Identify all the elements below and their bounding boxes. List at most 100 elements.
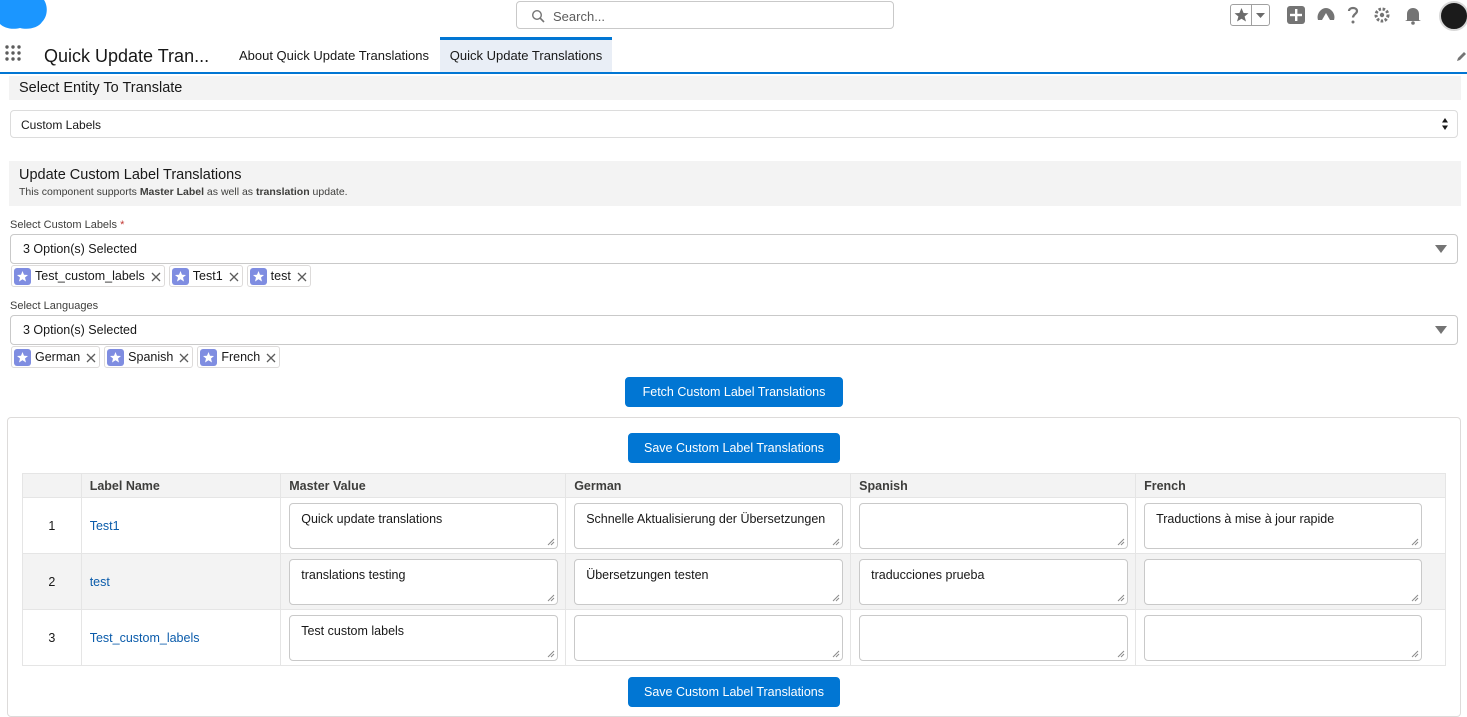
row-number: 2 [22,553,82,610]
remove-pill-close-icon[interactable] [86,352,96,363]
remove-pill-close-icon[interactable] [266,352,276,363]
tab-label: About Quick Update Translations [238,48,430,63]
column-header-row-number [22,473,82,498]
german-translation-textarea[interactable]: Übersetzungen testen [574,558,844,605]
column-header-spanish: Spanish [850,473,1137,498]
column-header-master-value: Master Value [280,473,567,498]
resize-grip-icon[interactable] [1117,594,1125,602]
resize-grip-icon[interactable] [1411,594,1419,602]
resize-grip-icon[interactable] [547,538,555,546]
entity-select[interactable]: Custom Labels [10,110,1458,138]
resize-grip-icon[interactable] [547,594,555,602]
pill-test: test [246,265,311,287]
custom-label-star-icon [249,267,267,285]
language-star-icon [14,348,31,366]
label-name-link[interactable]: Test_custom_labels [80,609,282,666]
languages-selected-count: 3 Option(s) Selected [23,323,137,337]
languages-field-label: Select Languages [10,300,99,312]
favorites-dropdown-icon[interactable] [1252,5,1269,25]
pill-spanish: Spanish [104,346,194,368]
master-value-textarea[interactable]: Quick update translations [289,502,559,549]
remove-pill-close-icon[interactable] [179,352,189,363]
german-translation-textarea[interactable] [574,614,844,661]
custom-labels-multiselect[interactable]: 3 Option(s) Selected [10,234,1458,264]
save-translations-button-bottom[interactable]: Save Custom Label Translations [628,677,840,707]
spanish-translation-textarea[interactable] [859,502,1129,549]
global-header: Search... [0,0,1467,36]
global-search-input[interactable]: Search... [516,1,894,29]
row-number: 1 [22,497,82,554]
chevron-down-icon [1435,245,1447,253]
table-row: 2 test translations testing Übersetzunge… [22,553,1446,610]
master-value-textarea[interactable]: translations testing [289,558,559,605]
language-star-icon [107,348,125,366]
master-value-textarea[interactable]: Test custom labels [289,614,559,661]
save-translations-button-top[interactable]: Save Custom Label Translations [628,433,840,463]
resize-grip-icon[interactable] [832,594,840,602]
column-header-french: French [1135,473,1446,498]
global-actions-plus-icon[interactable] [1285,2,1307,28]
resize-grip-icon[interactable] [547,650,555,658]
update-section-description: This component supports Master Label as … [19,186,348,198]
favorites-star-icon[interactable] [1231,5,1252,25]
pill-french: French [197,346,281,368]
translations-table: Label Name Master Value German Spanish F… [22,473,1446,666]
pill-test1: Test1 [168,265,243,287]
app-launcher-waffle-icon[interactable] [4,43,24,63]
table-row: 3 Test_custom_labels Test custom labels [22,609,1446,666]
entity-select-value: Custom Labels [21,118,102,132]
user-avatar[interactable] [1439,1,1467,31]
table-header-row: Label Name Master Value German Spanish F… [22,473,1446,498]
help-icon[interactable] [1344,2,1362,28]
languages-pill-list: German Spanish French [11,346,281,368]
french-translation-textarea[interactable]: Traductions à mise à jour rapide [1144,502,1423,549]
table-row: 1 Test1 Quick update translations Schnel… [22,497,1446,554]
app-navigation-bar: Quick Update Tran... About Quick Update … [0,37,1467,74]
french-translation-textarea[interactable] [1144,614,1423,661]
search-icon [531,9,545,23]
custom-label-star-icon [171,267,189,285]
spanish-translation-textarea[interactable]: traducciones prueba [859,558,1129,605]
french-translation-textarea[interactable] [1144,558,1423,605]
remove-pill-close-icon[interactable] [229,271,239,282]
update-section-title: Update Custom Label Translations [19,167,242,183]
resize-grip-icon[interactable] [832,538,840,546]
tab-label: Quick Update Translations [449,48,603,63]
languages-multiselect[interactable]: 3 Option(s) Selected [10,315,1458,345]
update-section-header: Update Custom Label Translations This co… [9,161,1461,206]
resize-grip-icon[interactable] [1411,650,1419,658]
custom-labels-pill-list: Test_custom_labels Test1 test [11,265,311,287]
label-name-link[interactable]: Test1 [80,497,282,554]
tab-about-quick-update-translations[interactable]: About Quick Update Translations [232,37,436,72]
select-updown-icon [1442,118,1448,130]
resize-grip-icon[interactable] [1117,650,1125,658]
custom-labels-field-label: Select Custom Labels * [10,219,125,231]
tab-quick-update-translations[interactable]: Quick Update Translations [440,37,612,72]
entity-section-header: Select Entity To Translate [9,76,1461,100]
remove-pill-close-icon[interactable] [297,271,307,282]
column-header-label-name: Label Name [80,473,282,498]
custom-label-star-icon [14,267,31,285]
search-placeholder: Search... [553,9,606,24]
german-translation-textarea[interactable]: Schnelle Aktualisierung der Übersetzunge… [574,502,844,549]
header-utility-icons [1230,1,1467,31]
edit-nav-pencil-icon[interactable] [1456,51,1467,62]
resize-grip-icon[interactable] [1411,538,1419,546]
language-star-icon [200,348,218,366]
spanish-translation-textarea[interactable] [859,614,1129,661]
resize-grip-icon[interactable] [1117,538,1125,546]
resize-grip-icon[interactable] [832,650,840,658]
trailhead-guidance-icon[interactable] [1315,2,1337,28]
pill-test-custom-labels: Test_custom_labels [11,265,165,287]
salesforce-cloud-logo[interactable] [0,0,48,30]
remove-pill-close-icon[interactable] [151,271,161,282]
favorites-button-group[interactable] [1230,4,1270,26]
notifications-bell-icon[interactable] [1403,2,1423,28]
pill-german: German [11,346,101,368]
setup-gear-icon[interactable] [1371,2,1393,28]
app-name: Quick Update Tran... [44,46,210,66]
entity-section-title: Select Entity To Translate [19,80,183,96]
label-name-link[interactable]: test [80,553,282,610]
fetch-translations-button[interactable]: Fetch Custom Label Translations [625,377,843,407]
chevron-down-icon [1435,326,1447,334]
